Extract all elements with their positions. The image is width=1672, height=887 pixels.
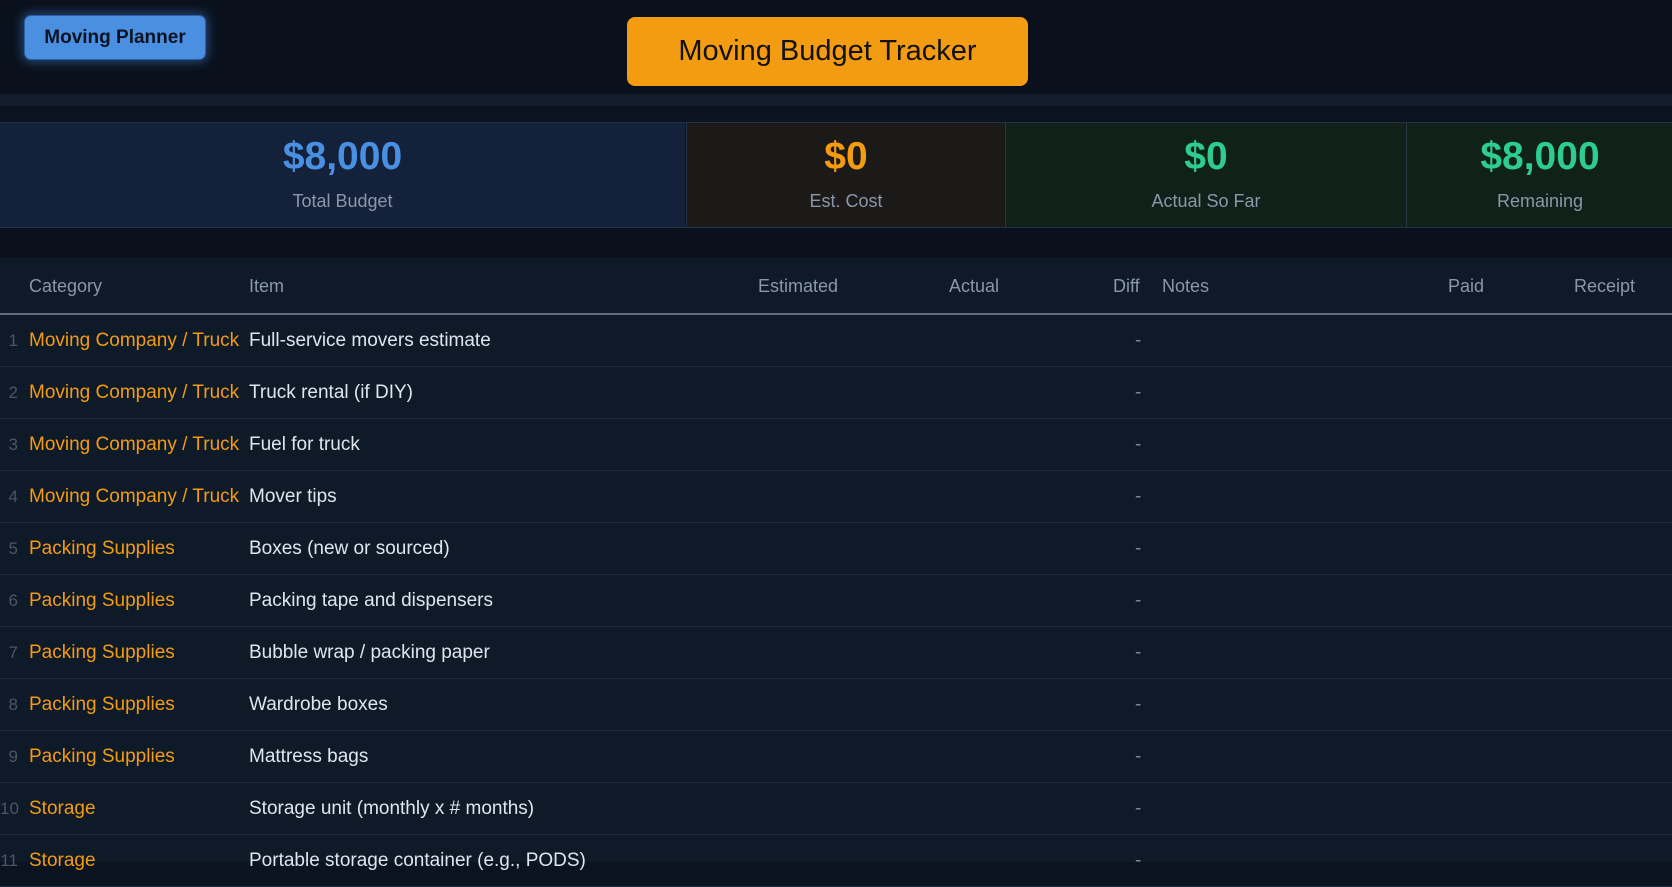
row-item[interactable]: Fuel for truck	[249, 434, 360, 456]
table-row[interactable]: 3 Moving Company / Truck Fuel for truck -	[0, 419, 1672, 471]
row-diff[interactable]: -	[1135, 850, 1141, 872]
row-diff[interactable]: -	[1135, 538, 1141, 560]
column-header-notes[interactable]: Notes	[1162, 276, 1209, 297]
column-header-diff[interactable]: Diff	[1113, 276, 1140, 297]
row-diff[interactable]: -	[1135, 694, 1141, 716]
row-item[interactable]: Packing tape and dispensers	[249, 590, 493, 612]
actual-so-far-label: Actual So Far	[1151, 191, 1261, 211]
row-category[interactable]: Moving Company / Truck	[29, 486, 239, 508]
row-diff[interactable]: -	[1135, 590, 1141, 612]
row-number: 10	[0, 799, 19, 818]
actual-so-far-card: $0 Actual So Far	[1005, 123, 1406, 227]
row-category[interactable]: Moving Company / Truck	[29, 382, 239, 404]
row-category[interactable]: Storage	[29, 850, 96, 872]
table-row[interactable]: 5 Packing Supplies Boxes (new or sourced) -	[0, 523, 1672, 575]
row-diff[interactable]: -	[1135, 330, 1141, 352]
row-category[interactable]: Packing Supplies	[29, 694, 175, 716]
total-budget-label: Total Budget	[292, 191, 393, 211]
row-number: 2	[8, 383, 18, 402]
total-budget-value: $8,000	[282, 135, 403, 178]
row-diff[interactable]: -	[1135, 434, 1141, 456]
moving-planner-button[interactable]: Moving Planner	[24, 15, 206, 60]
row-category[interactable]: Packing Supplies	[29, 642, 175, 664]
table-row[interactable]: 6 Packing Supplies Packing tape and dispen…	[0, 575, 1672, 627]
top-bar: Moving Planner Moving Budget Tracker	[0, 0, 1672, 94]
actual-so-far-value: $0	[1184, 135, 1228, 178]
row-category[interactable]: Packing Supplies	[29, 746, 175, 768]
divider	[0, 228, 1672, 258]
column-header-estimated[interactable]: Estimated	[758, 276, 838, 297]
total-budget-card: $8,000 Total Budget	[0, 123, 685, 227]
row-item[interactable]: Portable storage container (e.g., PODS)	[249, 850, 586, 872]
row-number: 7	[8, 643, 18, 662]
row-diff[interactable]: -	[1135, 798, 1141, 820]
row-item[interactable]: Full-service movers estimate	[249, 330, 491, 352]
column-header-paid[interactable]: Paid	[1448, 276, 1484, 297]
row-number: 3	[8, 435, 18, 454]
row-item[interactable]: Wardrobe boxes	[249, 694, 388, 716]
table-row[interactable]: 1 Moving Company / Truck Full-service move…	[0, 315, 1672, 367]
row-number: 11	[0, 851, 18, 870]
row-category[interactable]: Moving Company / Truck	[29, 434, 239, 456]
table-header: Category Item Estimated Actual Diff Note…	[0, 258, 1672, 315]
table-row[interactable]: 8 Packing Supplies Wardrobe boxes -	[0, 679, 1672, 731]
est-cost-card: $0 Est. Cost	[686, 123, 1005, 227]
column-header-receipt[interactable]: Receipt	[1574, 276, 1635, 297]
row-number: 4	[8, 487, 18, 506]
row-item[interactable]: Storage unit (monthly x # months)	[249, 798, 534, 820]
summary-stats: $8,000 Total Budget $0 Est. Cost $0 Actu…	[0, 122, 1672, 228]
row-diff[interactable]: -	[1135, 746, 1141, 768]
row-diff[interactable]: -	[1135, 642, 1141, 664]
remaining-card: $8,000 Remaining	[1406, 123, 1672, 227]
est-cost-value: $0	[824, 135, 868, 178]
page-title: Moving Budget Tracker	[627, 17, 1028, 86]
table-row[interactable]: 11 Storage Portable storage container (e.g…	[0, 835, 1672, 887]
row-category[interactable]: Moving Company / Truck	[29, 330, 239, 352]
column-header-actual[interactable]: Actual	[949, 276, 999, 297]
table-row[interactable]: 9 Packing Supplies Mattress bags -	[0, 731, 1672, 783]
remaining-label: Remaining	[1496, 191, 1584, 211]
table-row[interactable]: 10 Storage Storage unit (monthly x # month…	[0, 783, 1672, 835]
row-category[interactable]: Packing Supplies	[29, 538, 175, 560]
row-number: 9	[8, 747, 18, 766]
column-header-item[interactable]: Item	[249, 276, 284, 297]
row-item[interactable]: Truck rental (if DIY)	[249, 382, 413, 404]
budget-table: Category Item Estimated Actual Diff Note…	[0, 258, 1672, 887]
row-number: 5	[8, 539, 18, 558]
row-diff[interactable]: -	[1135, 486, 1141, 508]
remaining-value: $8,000	[1480, 135, 1600, 178]
row-category[interactable]: Storage	[29, 798, 96, 820]
row-item[interactable]: Mattress bags	[249, 746, 368, 768]
est-cost-label: Est. Cost	[809, 191, 883, 211]
row-item[interactable]: Bubble wrap / packing paper	[249, 642, 490, 664]
column-header-category[interactable]: Category	[29, 276, 102, 297]
table-row[interactable]: 2 Moving Company / Truck Truck rental (if …	[0, 367, 1672, 419]
row-diff[interactable]: -	[1135, 382, 1141, 404]
table-row[interactable]: 7 Packing Supplies Bubble wrap / packing p…	[0, 627, 1672, 679]
row-number: 8	[8, 695, 18, 714]
row-number: 6	[8, 591, 18, 610]
row-category[interactable]: Packing Supplies	[29, 590, 175, 612]
table-row[interactable]: 4 Moving Company / Truck Mover tips -	[0, 471, 1672, 523]
row-item[interactable]: Mover tips	[249, 486, 337, 508]
divider	[0, 94, 1672, 106]
row-number: 1	[8, 331, 18, 350]
row-item[interactable]: Boxes (new or sourced)	[249, 538, 450, 560]
